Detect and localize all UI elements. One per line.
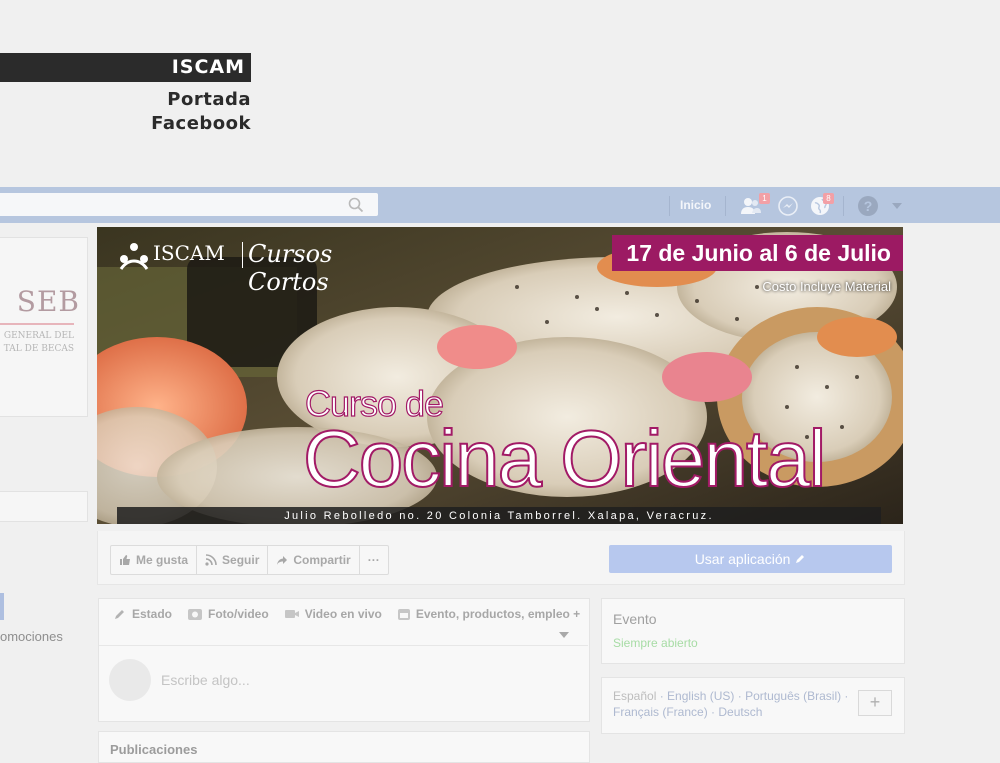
tab-live-video-label: Video en vivo: [304, 607, 382, 621]
page-title: ISCAM: [171, 56, 245, 78]
profile-logo: SEB: [16, 285, 80, 318]
composer-input[interactable]: Escribe algo...: [161, 672, 250, 688]
left-promotions-link[interactable]: omociones: [0, 629, 63, 644]
page-subtitle: Portada Facebook: [0, 88, 251, 136]
notifications-badge: 8: [823, 193, 834, 204]
cost-note: Costo Incluye Material: [762, 279, 891, 294]
logo-caption-line-2: TAL DE BECAS: [3, 344, 74, 354]
use-app-button[interactable]: Usar aplicación: [609, 545, 892, 573]
event-card: [601, 598, 905, 664]
brand-separator: [242, 242, 243, 268]
nav-divider: [669, 196, 670, 216]
video-camera-icon: [284, 610, 299, 618]
nav-divider: [843, 196, 844, 216]
language-links-1[interactable]: English (US) · Português (Brasil) ·: [667, 689, 848, 703]
friend-requests-badge: 1: [759, 193, 770, 204]
event-title: Evento: [613, 611, 657, 627]
thumbs-up-icon: [120, 555, 130, 565]
address-bar: Julio Rebolledo no. 20 Colonia Tamborrel…: [117, 507, 881, 524]
add-language-button[interactable]: +: [858, 690, 892, 716]
share-button[interactable]: Compartir: [268, 546, 360, 574]
svg-text:?: ?: [864, 198, 873, 214]
rss-icon: [205, 554, 217, 566]
language-line-1: Español · English (US) · Português (Bras…: [613, 688, 853, 704]
help-icon[interactable]: ?: [857, 195, 879, 217]
tab-status-label: Estado: [132, 607, 173, 621]
like-button[interactable]: Me gusta: [111, 546, 198, 574]
tab-event-products[interactable]: Evento, productos, empleo +: [397, 607, 580, 621]
messenger-icon[interactable]: [777, 195, 799, 217]
title-banner: ISCAM: [0, 53, 251, 82]
avatar: [109, 659, 151, 701]
use-app-label: Usar aplicación: [694, 551, 791, 567]
composer-caret-down-icon[interactable]: [559, 626, 569, 644]
tab-live-video[interactable]: Video en vivo: [284, 607, 382, 621]
iscam-logo-icon: [119, 243, 149, 270]
pencil-icon: [115, 610, 124, 619]
calendar-icon: [397, 609, 410, 620]
tab-event-products-label: Evento, productos, empleo +: [415, 607, 581, 621]
follow-label: Seguir: [222, 553, 260, 567]
composer-divider: [99, 645, 588, 646]
event-status: Siempre abierto: [613, 636, 698, 650]
tab-photo-video[interactable]: Foto/video: [187, 607, 269, 621]
composer-tabs: Estado Foto/video Video en vivo Evento, …: [113, 607, 580, 621]
like-label: Me gusta: [136, 553, 189, 567]
subtitle-line-1: Portada: [167, 89, 251, 110]
language-links-2[interactable]: Français (France) · Deutsch: [613, 704, 853, 720]
more-options-button[interactable]: ···: [360, 546, 388, 574]
course-title-big: Cocina Oriental: [302, 413, 827, 504]
nav-divider: [725, 196, 726, 216]
page-actions-group: Me gusta Seguir Compartir ···: [110, 545, 389, 575]
logo-caption-line-1: GENERAL DEL: [3, 331, 74, 341]
brand-name: ISCAM: [153, 241, 225, 265]
left-nav-box[interactable]: [0, 491, 88, 522]
follow-button[interactable]: Seguir: [197, 546, 269, 574]
pencil-icon: [796, 555, 805, 563]
camera-icon: [188, 609, 203, 620]
date-range-banner: 17 de Junio al 6 de Julio: [612, 235, 903, 271]
caret-down-icon[interactable]: [890, 199, 904, 213]
language-list: Español · English (US) · Português (Bras…: [613, 688, 853, 720]
more-label: ···: [367, 553, 380, 567]
language-current: Español: [613, 689, 657, 703]
profile-picture-card: [0, 237, 88, 417]
cover-photo[interactable]: ISCAM Cursos Cortos 17 de Junio al 6 de …: [97, 227, 903, 524]
logo-underline: [0, 323, 74, 325]
share-label: Compartir: [293, 553, 351, 567]
nav-home-link[interactable]: Inicio: [680, 198, 711, 212]
search-icon[interactable]: [347, 196, 365, 214]
search-input[interactable]: [0, 193, 378, 216]
tab-status[interactable]: Estado: [113, 607, 172, 621]
subtitle-line-2: Facebook: [151, 113, 251, 134]
logo-caption: GENERAL DEL TAL DE BECAS: [0, 330, 74, 356]
brand-product: Cursos Cortos: [248, 240, 333, 296]
left-promote-button[interactable]: [0, 593, 4, 620]
tab-photo-video-label: Foto/video: [208, 607, 269, 621]
share-icon: [277, 556, 288, 565]
language-separator: ·: [656, 689, 668, 703]
